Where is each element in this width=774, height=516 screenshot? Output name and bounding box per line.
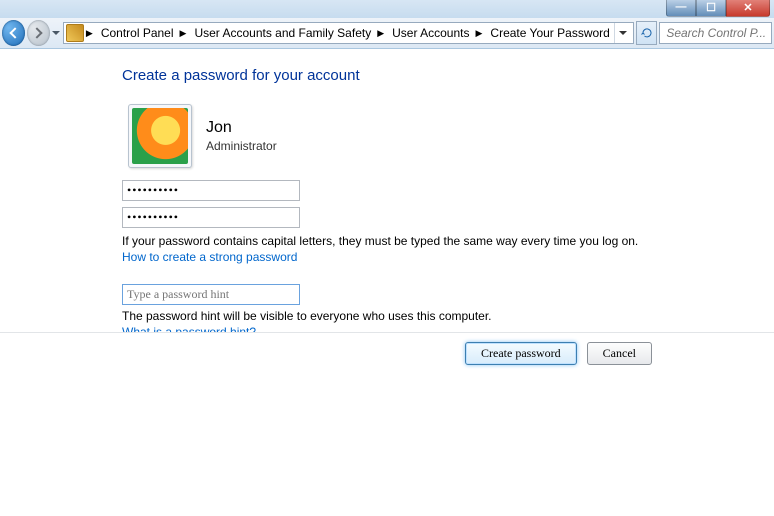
chevron-right-icon[interactable]: ▶ xyxy=(375,28,386,39)
password-hint-field[interactable] xyxy=(122,284,300,305)
chevron-right-icon[interactable]: ▶ xyxy=(84,28,95,39)
nav-toolbar: ▶ Control Panel ▶ User Accounts and Fami… xyxy=(0,18,774,49)
maximize-button[interactable]: ☐ xyxy=(696,0,726,17)
minimize-button[interactable]: — xyxy=(666,0,696,17)
cancel-button[interactable]: Cancel xyxy=(587,342,652,365)
caps-warning-text: If your password contains capital letter… xyxy=(122,234,774,248)
avatar xyxy=(128,104,192,168)
control-panel-icon xyxy=(66,24,84,42)
crumb-create-password[interactable]: Create Your Password xyxy=(484,23,613,43)
footer-buttons: Create password Cancel xyxy=(0,333,774,373)
crumb-user-accounts[interactable]: User Accounts xyxy=(386,23,473,43)
flower-icon xyxy=(132,108,188,164)
search-input[interactable] xyxy=(664,25,767,41)
chevron-right-icon[interactable]: ▶ xyxy=(474,28,485,39)
chevron-right-icon[interactable]: ▶ xyxy=(178,28,189,39)
window-controls: — ☐ ✕ xyxy=(666,0,770,17)
crumb-user-accounts-family[interactable]: User Accounts and Family Safety xyxy=(188,23,375,43)
search-box[interactable] xyxy=(659,22,772,44)
create-password-button[interactable]: Create password xyxy=(465,342,577,365)
close-button[interactable]: ✕ xyxy=(726,0,770,17)
user-role: Administrator xyxy=(206,139,277,153)
title-bar: — ☐ ✕ xyxy=(0,0,774,19)
confirm-password-field[interactable] xyxy=(122,207,300,228)
address-dropdown[interactable] xyxy=(615,23,631,43)
back-button[interactable] xyxy=(2,20,25,46)
page-title: Create a password for your account xyxy=(122,67,774,84)
crumb-control-panel[interactable]: Control Panel xyxy=(95,23,178,43)
history-dropdown[interactable] xyxy=(52,21,61,45)
breadcrumb[interactable]: ▶ Control Panel ▶ User Accounts and Fami… xyxy=(63,22,634,44)
forward-button[interactable] xyxy=(27,20,50,46)
refresh-button[interactable] xyxy=(636,21,657,45)
user-block: Jon Administrator xyxy=(128,104,774,168)
content-area: Create a password for your account Jon A… xyxy=(0,48,774,516)
hint-warning-text: The password hint will be visible to eve… xyxy=(122,309,774,323)
user-name: Jon xyxy=(206,119,277,137)
new-password-field[interactable] xyxy=(122,180,300,201)
strong-password-link[interactable]: How to create a strong password xyxy=(122,250,297,264)
